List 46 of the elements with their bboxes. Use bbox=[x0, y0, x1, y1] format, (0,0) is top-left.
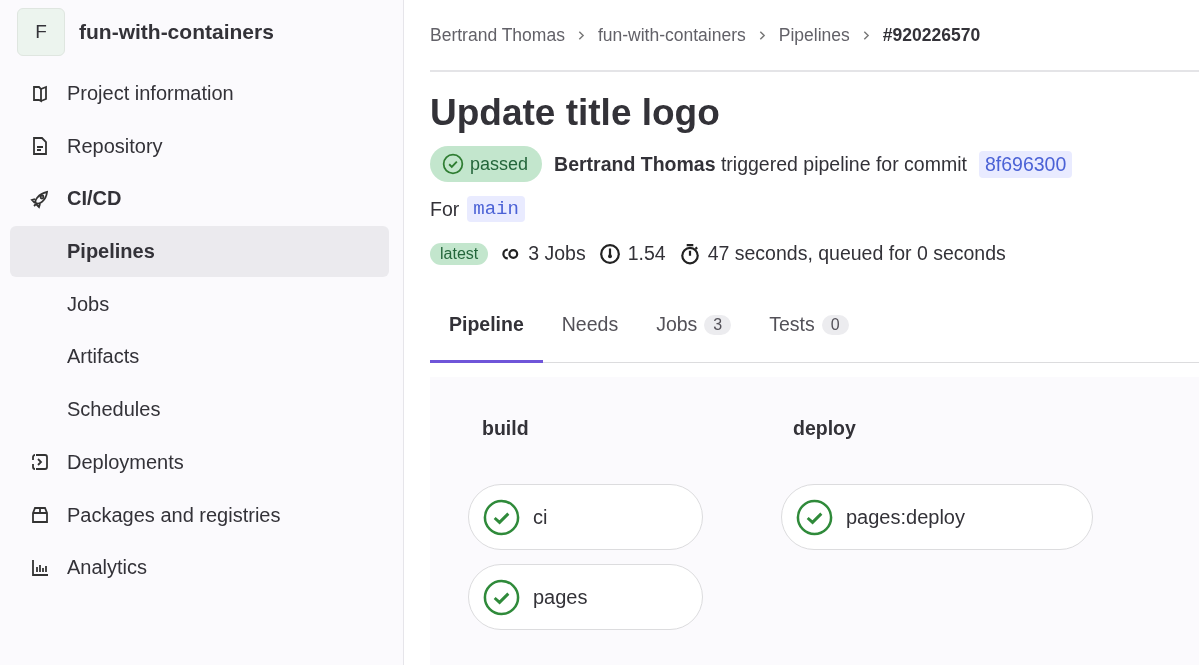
sidebar-item[interactable]: Deployments bbox=[10, 436, 389, 488]
sidebar-item[interactable]: Repository bbox=[10, 120, 389, 172]
breadcrumb-link[interactable]: Bertrand Thomas bbox=[430, 24, 565, 46]
sidebar-item[interactable]: Analytics bbox=[10, 542, 389, 594]
commit-link[interactable]: 8f696300 bbox=[978, 150, 1073, 178]
gauge-icon bbox=[598, 242, 621, 265]
branch-link[interactable]: main bbox=[467, 196, 525, 222]
job-pill[interactable]: pages bbox=[468, 564, 703, 630]
tab[interactable]: Pipeline bbox=[430, 293, 543, 363]
sidebar-item[interactable]: Packages and registries bbox=[10, 489, 389, 541]
document-icon bbox=[30, 136, 50, 157]
sidebar-item[interactable]: Schedules bbox=[10, 384, 389, 436]
sidebar-item[interactable]: Project information bbox=[10, 68, 389, 119]
jobs-count: 3 Jobs bbox=[528, 242, 586, 265]
rocket-icon bbox=[30, 188, 50, 209]
check-circle-icon bbox=[442, 153, 464, 175]
sidebar-item[interactable]: Jobs bbox=[10, 278, 389, 330]
trigger-text: Bertrand Thomas triggered pipeline for commit bbox=[554, 152, 967, 176]
pipeline-title: Update title logo bbox=[430, 92, 721, 134]
deploy-icon bbox=[30, 452, 50, 473]
package-icon bbox=[30, 505, 50, 525]
sidebar-item[interactable]: Pipelines bbox=[10, 226, 389, 278]
breadcrumb-link[interactable]: #920226570 bbox=[882, 24, 981, 46]
tab[interactable]: Jobs 3 bbox=[637, 293, 751, 363]
job-pill[interactable]: pages:deploy bbox=[781, 484, 1093, 550]
book-icon bbox=[30, 83, 50, 104]
stopwatch-icon bbox=[678, 242, 701, 265]
tab[interactable]: Needs bbox=[542, 293, 638, 363]
project-avatar[interactable]: F bbox=[17, 8, 65, 56]
stage-title: build bbox=[482, 417, 530, 440]
duration-text: 47 seconds, queued for 0 seconds bbox=[707, 242, 1006, 265]
breadcrumb-link[interactable]: Pipelines bbox=[778, 24, 850, 46]
stage-title: deploy bbox=[793, 417, 857, 440]
count-badge: 0 bbox=[821, 314, 849, 335]
sidebar-item[interactable]: CI/CD bbox=[10, 173, 389, 225]
count-badge: 3 bbox=[704, 314, 732, 335]
compute-value: 1.54 bbox=[627, 242, 666, 265]
chart-icon bbox=[30, 557, 50, 578]
job-pill[interactable]: ci bbox=[468, 484, 703, 550]
breadcrumb-link[interactable]: fun-with-containers bbox=[597, 24, 746, 46]
status-badge[interactable]: passed bbox=[430, 146, 543, 182]
ref-label: For bbox=[430, 197, 460, 221]
sidebar-item[interactable]: Artifacts bbox=[10, 331, 389, 383]
latest-badge: latest bbox=[430, 242, 489, 265]
project-name[interactable]: fun-with-containers bbox=[79, 20, 274, 44]
tab[interactable]: Tests 0 bbox=[750, 293, 868, 363]
